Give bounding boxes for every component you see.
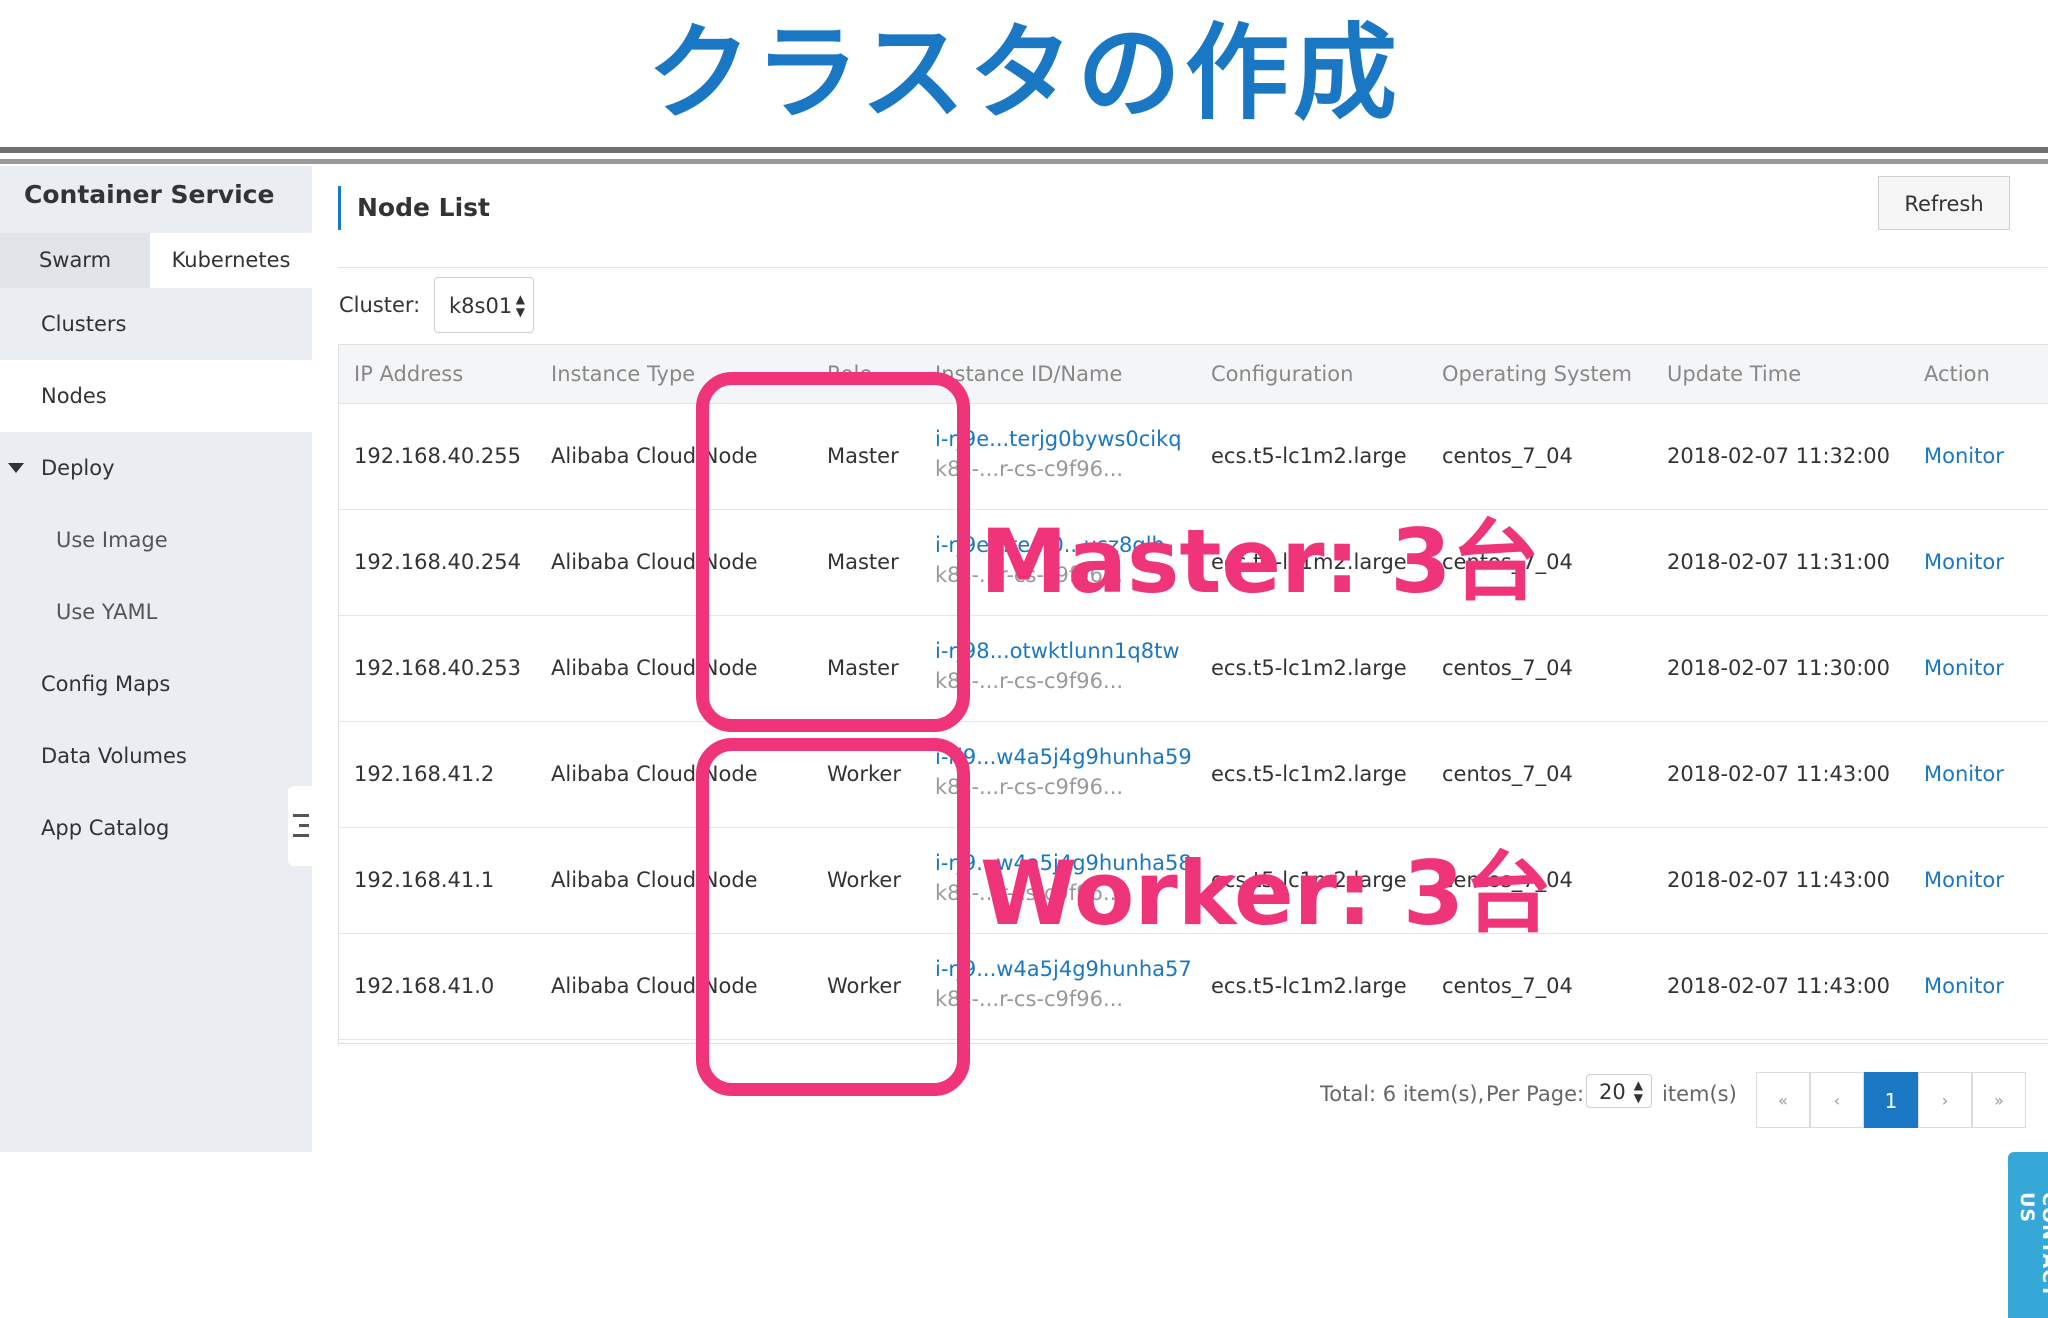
cell-os: centos_7_04 [1442,444,1573,468]
sidebar-item-label: Data Volumes [41,744,187,768]
instance-id-link[interactable]: i-rj9e...terjg0byws0cikq [935,425,1182,453]
instance-id-link[interactable]: i-rj98...otwktlunn1q8tw [935,637,1180,665]
cluster-select[interactable]: k8s01 ▲ ▼ [434,277,534,333]
sidebar-item-nodes[interactable]: Nodes [0,360,312,432]
per-page-value: 20 [1599,1080,1626,1104]
instance-id-link[interactable]: i-rj9...w4a5j4g9hunha57 [935,955,1192,983]
page-1-button[interactable]: 1 [1864,1072,1918,1128]
worker-count-annotation: Worker: 3台 [980,842,1553,945]
cell-time: 2018-02-07 11:43:00 [1667,762,1891,786]
items-label: item(s) [1662,1082,1737,1106]
cell-os: centos_7_04 [1442,762,1573,786]
sidebar-item-label: Config Maps [41,672,171,696]
monitor-link[interactable]: Monitor [1924,721,2004,827]
cell-config: ecs.t5-lc1m2.large [1211,656,1407,680]
cell-config: ecs.t5-lc1m2.large [1211,444,1407,468]
sidebar-item-label: App Catalog [41,816,170,840]
refresh-button[interactable]: Refresh [1878,176,2010,230]
cluster-select-value: k8s01 [449,294,513,318]
cell-ip: 192.168.40.254 [354,550,521,574]
first-page-button[interactable]: « [1756,1072,1810,1128]
cell-ip: 192.168.41.2 [354,762,495,786]
cell-ip: 192.168.41.1 [354,868,495,892]
sidebar-item-label: Use Image [56,528,168,552]
caret-down-icon [8,463,24,473]
sidebar-item-data-volumes[interactable]: Data Volumes [0,720,312,792]
prev-page-button[interactable]: ‹ [1810,1072,1864,1128]
cell-ip: 192.168.40.255 [354,444,521,468]
cell-time: 2018-02-07 11:30:00 [1667,656,1891,680]
per-page-label: Per Page: [1486,1082,1585,1106]
cell-ip: 192.168.41.0 [354,974,495,998]
tab-swarm[interactable]: Swarm [0,233,150,288]
worker-highlight-box [696,738,970,1096]
cell-time: 2018-02-07 11:43:00 [1667,868,1891,892]
main-panel: Node List Refresh Cluster: k8s01 ▲ ▼ IP A… [312,166,2048,1152]
sidebar-item-label: Clusters [41,312,127,336]
last-page-button[interactable]: » [1972,1072,2026,1128]
cell-config: ecs.t5-lc1m2.large [1211,974,1407,998]
monitor-link[interactable]: Monitor [1924,509,2004,615]
contact-us-tab[interactable]: CONTACT US [2008,1152,2048,1318]
select-arrows-icon: ▲ ▼ [515,292,525,319]
table-header: IP Address Instance Type Role Instance I… [339,345,2048,404]
table-row: 192.168.40.253 Alibaba Cloud Node Master ec… [339,615,2048,722]
next-page-button[interactable]: › [1918,1072,1972,1128]
monitor-link[interactable]: Monitor [1924,403,2004,509]
cell-ip: 192.168.40.253 [354,656,521,680]
column-header: Instance Type [551,362,696,386]
contact-us-label: CONTACT US [2016,1192,2048,1299]
header-divider [338,267,2048,268]
column-header: Update Time [1667,362,1802,386]
column-header: Operating System [1442,362,1632,386]
cell-os: centos_7_04 [1442,656,1573,680]
cell-time: 2018-02-07 11:32:00 [1667,444,1891,468]
master-count-annotation: Master: 3台 [980,510,1540,613]
sidebar-brand: Container Service [24,180,275,209]
sidebar-item-use-image[interactable]: Use Image [0,504,312,576]
page-title: Node List [338,186,490,230]
title-divider-secondary [0,159,2048,164]
sidebar-item-app-catalog[interactable]: App Catalog [0,792,312,864]
select-arrows-icon: ▲ ▼ [1633,1078,1643,1105]
master-highlight-box [696,372,970,732]
monitor-link[interactable]: Monitor [1924,827,2004,933]
table-row: 192.168.40.255 Alibaba Cloud Node Master ec… [339,403,2048,510]
sidebar-item-label: Use YAML [56,600,158,624]
cell-os: centos_7_04 [1442,974,1573,998]
monitor-link[interactable]: Monitor [1924,615,2004,721]
table-row: 192.168.41.0 Alibaba Cloud Node Worker ecs.… [339,933,2048,1040]
sidebar-item-use-yaml[interactable]: Use YAML [0,576,312,648]
title-divider [0,147,2048,153]
monitor-link[interactable]: Monitor [1924,933,2004,1039]
pagination-total: Total: 6 item(s), [1320,1082,1485,1106]
per-page-select[interactable]: 20 ▲ ▼ [1586,1074,1652,1108]
slide-title: クラスタの作成 [647,12,1401,134]
tab-kubernetes[interactable]: Kubernetes [150,233,312,288]
instance-id-link[interactable]: i-rj9...w4a5j4g9hunha59 [935,743,1192,771]
sidebar: Container Service Swarm Kubernetes Clust… [0,166,314,1152]
console-screenshot: Container Service Swarm Kubernetes Clust… [0,166,2048,1318]
column-header: IP Address [354,362,464,386]
cell-config: ecs.t5-lc1m2.large [1211,762,1407,786]
sidebar-item-deploy[interactable]: Deploy [0,432,312,504]
cell-time: 2018-02-07 11:43:00 [1667,974,1891,998]
sidebar-item-clusters[interactable]: Clusters [0,288,312,360]
table-row: 192.168.41.2 Alibaba Cloud Node Worker ecs.… [339,721,2048,828]
cell-time: 2018-02-07 11:31:00 [1667,550,1891,574]
sidebar-item-label: Nodes [41,384,107,408]
column-header: Configuration [1211,362,1354,386]
column-header: Action [1924,362,1990,386]
sidebar-item-config-maps[interactable]: Config Maps [0,648,312,720]
sidebar-item-label: Deploy [41,456,115,480]
sidebar-tabs: Swarm Kubernetes [0,233,312,288]
sidebar-collapse-icon[interactable] [288,786,314,866]
cluster-label: Cluster: [339,293,421,317]
